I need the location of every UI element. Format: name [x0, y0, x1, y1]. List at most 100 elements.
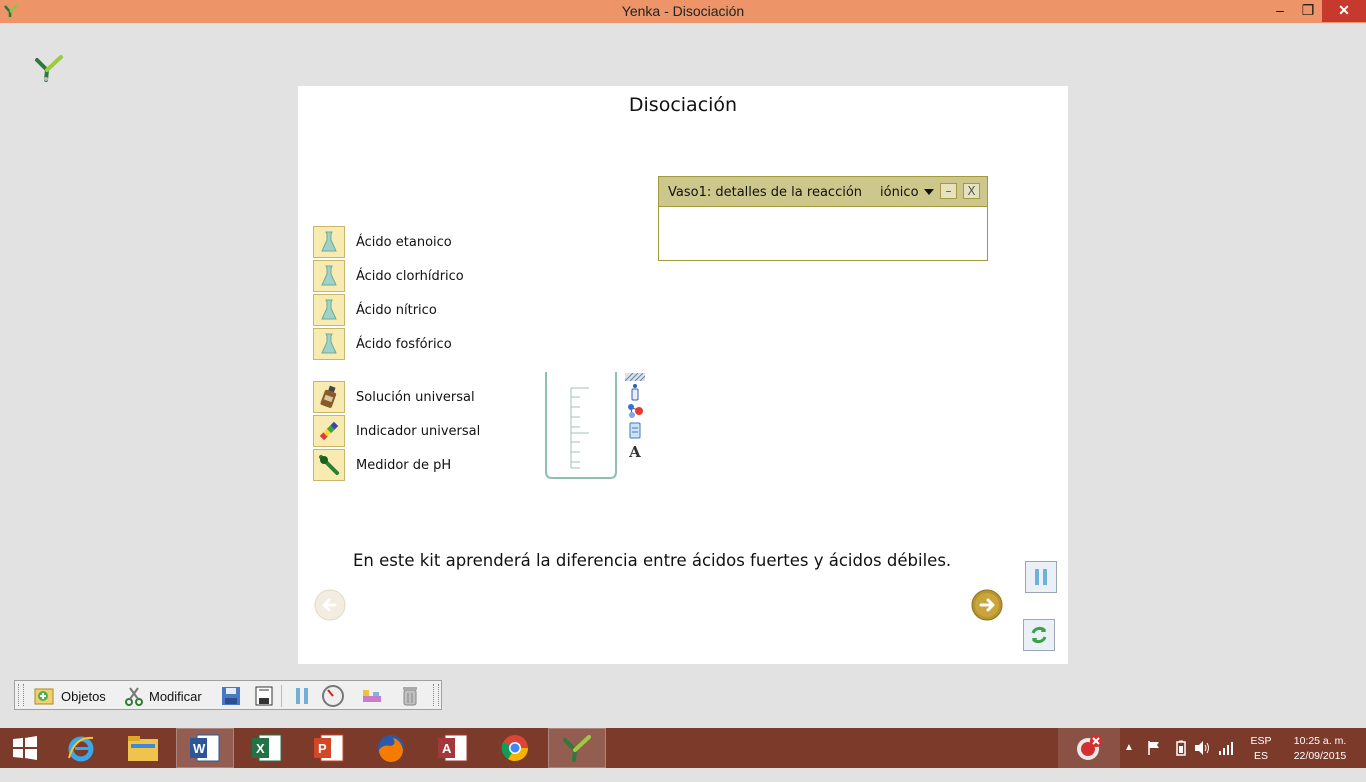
firefox-icon — [378, 735, 404, 762]
powerpoint-icon: P — [314, 734, 344, 762]
indicator-item-medidor-ph[interactable]: Medidor de pH — [313, 448, 451, 482]
trash-icon — [403, 687, 417, 706]
action-center-icon — [1077, 735, 1102, 760]
beaker[interactable] — [544, 370, 618, 482]
battery-icon[interactable] — [1174, 740, 1188, 756]
reaction-mode-select[interactable]: iónico — [880, 185, 919, 200]
taskbar-chrome[interactable] — [486, 728, 544, 768]
yenka-logo-icon[interactable] — [33, 52, 65, 84]
start-button[interactable] — [0, 728, 50, 768]
svg-text:X: X — [256, 741, 265, 756]
flask-icon — [313, 260, 345, 292]
taskbar-powerpoint[interactable]: P — [300, 728, 358, 768]
language-label: ESP — [1250, 735, 1272, 747]
taskbar-word[interactable]: W — [176, 728, 234, 768]
save-as-icon — [255, 686, 273, 706]
taskbar-excel[interactable]: X — [238, 728, 296, 768]
reaction-panel-header[interactable]: Vaso1: detalles de la reacción iónico – … — [659, 177, 987, 207]
save-as-button[interactable] — [253, 684, 275, 708]
previous-page-button[interactable] — [314, 589, 346, 621]
measurement-icon[interactable] — [625, 422, 645, 440]
show-hidden-icons[interactable]: ▲ — [1124, 742, 1136, 782]
flag-icon[interactable] — [1146, 740, 1162, 756]
pause-button[interactable] — [1025, 561, 1057, 593]
internet-explorer-icon — [68, 736, 94, 762]
indicator-label: Indicador universal — [356, 423, 481, 439]
acid-label: Ácido etanoico — [356, 234, 452, 250]
modify-label: Modificar — [149, 688, 202, 704]
info-icon[interactable] — [625, 383, 645, 401]
save-button[interactable] — [220, 684, 242, 708]
taskbar-access[interactable]: A — [424, 728, 482, 768]
kit-description: En este kit aprenderá la diferencia entr… — [353, 551, 952, 570]
folder-icon — [128, 736, 158, 761]
keyboard-layout-label: ES — [1253, 750, 1268, 762]
restore-window-button[interactable]: ❐ — [1294, 0, 1322, 22]
ruler-button[interactable] — [361, 684, 383, 708]
indicator-item-solucion-universal[interactable]: Solución universal — [313, 380, 475, 414]
network-icon[interactable] — [1218, 740, 1236, 756]
taskbar-file-explorer[interactable] — [114, 728, 172, 768]
acid-item-clorhidrico[interactable]: Ácido clorhídrico — [313, 259, 464, 293]
pause-icon — [1035, 569, 1047, 585]
taskbar-notification-app[interactable] — [1058, 728, 1120, 768]
window-title: Yenka - Disociación — [621, 3, 745, 19]
windows-logo-icon — [13, 736, 37, 760]
clock[interactable]: 10:25 a. m. 22/09/2015 — [1284, 734, 1356, 774]
add-object-icon — [34, 688, 54, 705]
reaction-details-panel[interactable]: Vaso1: detalles de la reacción iónico – … — [658, 176, 988, 261]
input-language-indicator[interactable]: ESP ES — [1244, 734, 1278, 774]
acid-item-etanoico[interactable]: Ácido etanoico — [313, 225, 452, 259]
taskbar: W X P A ▲ ESP ES 10:25 a. m. 22/09/2015 — [0, 728, 1366, 768]
pause-simulation-button[interactable] — [291, 684, 313, 708]
objects-label: Objetos — [61, 688, 106, 704]
volume-icon[interactable] — [1194, 740, 1212, 756]
toolbar-grip[interactable] — [18, 684, 24, 706]
scissors-icon — [125, 687, 143, 706]
reaction-panel-title: Vaso1: detalles de la reacción — [668, 185, 863, 200]
objects-button[interactable]: Objetos — [33, 684, 106, 708]
page-title: Disociación — [628, 94, 738, 116]
next-page-button[interactable] — [971, 589, 1003, 621]
modify-button[interactable]: Modificar — [123, 684, 202, 708]
acid-item-fosforico[interactable]: Ácido fosfórico — [313, 327, 452, 361]
kit-canvas[interactable]: Disociación Ácido etanoico Ácido clorhíd… — [298, 86, 1068, 664]
text-tool-icon[interactable]: A — [625, 443, 645, 461]
title-bar: Yenka - Disociación – ❐ ✕ — [0, 0, 1366, 23]
trash-button[interactable] — [399, 684, 421, 708]
minimize-window-button[interactable]: – — [1266, 0, 1294, 22]
flask-icon — [313, 328, 345, 360]
acid-label: Ácido nítrico — [356, 302, 437, 318]
access-icon: A — [438, 734, 468, 762]
svg-text:P: P — [318, 741, 327, 756]
reset-button[interactable] — [1023, 619, 1055, 651]
acid-item-nitrico[interactable]: Ácido nítrico — [313, 293, 437, 327]
bottle-icon — [313, 381, 345, 413]
taskbar-internet-explorer[interactable] — [52, 728, 110, 768]
svg-text:W: W — [193, 741, 206, 756]
chrome-icon — [501, 735, 529, 762]
word-icon: W — [190, 734, 220, 762]
close-window-button[interactable]: ✕ — [1322, 0, 1366, 22]
hatch-handle-icon[interactable] — [625, 373, 645, 381]
indicator-item-indicador-universal[interactable]: Indicador universal — [313, 414, 480, 448]
clock-date: 22/09/2015 — [1293, 750, 1347, 762]
molecule-icon[interactable] — [625, 402, 645, 420]
taskbar-firefox[interactable] — [362, 728, 420, 768]
flask-icon — [313, 226, 345, 258]
indicator-paper-icon — [313, 415, 345, 447]
main-toolbar: Objetos Modificar — [14, 680, 442, 710]
toolbar-separator — [281, 685, 282, 707]
toolbar-grip[interactable] — [433, 684, 439, 706]
taskbar-yenka[interactable] — [548, 728, 606, 768]
indicator-label: Solución universal — [356, 389, 475, 405]
yenka-app-icon — [563, 735, 591, 762]
acid-label: Ácido clorhídrico — [356, 268, 464, 284]
acid-label: Ácido fosfórico — [356, 336, 452, 352]
simulation-speed-button[interactable] — [321, 684, 345, 708]
chevron-down-icon[interactable] — [924, 189, 934, 195]
panel-minimize-button[interactable]: – — [940, 183, 957, 199]
flask-icon — [313, 294, 345, 326]
panel-close-button[interactable]: X — [963, 183, 980, 199]
pause-icon — [296, 688, 308, 704]
